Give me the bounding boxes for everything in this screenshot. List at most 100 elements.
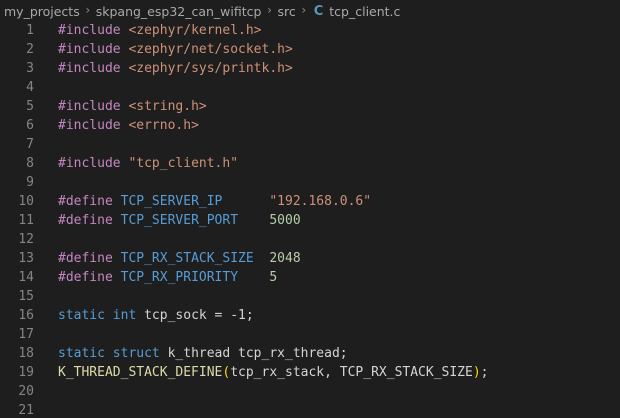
code-line[interactable]: 12 bbox=[0, 230, 620, 249]
line-number: 3 bbox=[26, 61, 34, 76]
code-line[interactable]: 8 #include "tcp_client.h" bbox=[0, 154, 620, 173]
code-text: static int tcp_sock = -1; bbox=[58, 306, 254, 325]
code-line[interactable]: 15 bbox=[0, 287, 620, 306]
code-line[interactable]: 9 bbox=[0, 173, 620, 192]
code-line[interactable]: 2 #include <zephyr/net/socket.h> bbox=[0, 40, 620, 59]
line-number: 1 bbox=[26, 23, 34, 38]
line-number: 20 bbox=[18, 384, 34, 399]
code-editor[interactable]: 1 #include <zephyr/kernel.h> 2 #include <ze… bbox=[0, 20, 620, 418]
line-number: 19 bbox=[18, 365, 34, 380]
code-token-plain: tcp_rx_stack, TCP_RX_STACK_SIZE bbox=[230, 365, 473, 380]
code-line[interactable]: 14 #define TCP_RX_PRIORITY 5 bbox=[0, 268, 620, 287]
code-token-keyword: struct bbox=[112, 346, 168, 361]
line-number: 13 bbox=[18, 251, 34, 266]
code-token-directive: #include bbox=[58, 118, 129, 133]
code-token-macro: TCP_RX_STACK_SIZE bbox=[120, 251, 254, 266]
code-line[interactable]: 19 K_THREAD_STACK_DEFINE(tcp_rx_stack, TC… bbox=[0, 363, 620, 382]
line-number: 11 bbox=[18, 213, 34, 228]
code-token-directive: #include bbox=[58, 61, 129, 76]
line-number: 15 bbox=[18, 289, 34, 304]
breadcrumb-item-file[interactable]: tcp_client.c bbox=[329, 4, 400, 19]
code-text: #include <zephyr/net/socket.h> bbox=[58, 40, 293, 59]
code-token-directive: #define bbox=[58, 251, 121, 266]
code-token-directive: #include bbox=[58, 156, 129, 171]
line-number: 16 bbox=[18, 308, 34, 323]
code-text: #define TCP_SERVER_IP "192.168.0.6" bbox=[58, 192, 371, 211]
code-text: #define TCP_SERVER_PORT 5000 bbox=[58, 211, 301, 230]
code-token-directive: #include bbox=[58, 23, 129, 38]
code-line[interactable]: 7 bbox=[0, 135, 620, 154]
line-number: 5 bbox=[26, 99, 34, 114]
code-line[interactable]: 21 bbox=[0, 401, 620, 418]
code-token-keyword: static bbox=[58, 346, 113, 361]
code-token-header: <string.h> bbox=[128, 99, 207, 114]
chevron-right-icon: › bbox=[301, 3, 307, 17]
code-text: K_THREAD_STACK_DEFINE(tcp_rx_stack, TCP_… bbox=[58, 363, 489, 382]
code-text: #include <errno.h> bbox=[58, 116, 199, 135]
code-line[interactable]: 13 #define TCP_RX_STACK_SIZE 2048 bbox=[0, 249, 620, 268]
c-file-icon: C bbox=[313, 3, 324, 19]
line-number: 7 bbox=[26, 137, 34, 152]
code-line[interactable]: 17 bbox=[0, 325, 620, 344]
breadcrumb-item-project[interactable]: skpang_esp32_can_wifitcp bbox=[96, 4, 262, 19]
code-line[interactable]: 20 bbox=[0, 382, 620, 401]
code-text: #include <string.h> bbox=[58, 97, 207, 116]
code-token-number: 5 bbox=[269, 270, 278, 285]
code-text: static struct k_thread tcp_rx_thread; bbox=[58, 344, 348, 363]
code-token-directive: #include bbox=[58, 42, 129, 57]
code-token-keyword: int bbox=[112, 308, 145, 323]
code-text: #define TCP_RX_PRIORITY 5 bbox=[58, 268, 277, 287]
line-number: 12 bbox=[18, 232, 34, 247]
breadcrumb: my_projects › skpang_esp32_can_wifitcp ›… bbox=[0, 0, 620, 22]
code-token-header: <zephyr/kernel.h> bbox=[128, 23, 262, 38]
code-token-bracket: ) bbox=[472, 365, 481, 380]
code-token-directive: #define bbox=[58, 270, 121, 285]
code-token-func: K_THREAD_STACK_DEFINE bbox=[58, 365, 223, 380]
code-line[interactable]: 1 #include <zephyr/kernel.h> bbox=[0, 21, 620, 40]
line-number: 8 bbox=[26, 156, 34, 171]
line-number: 18 bbox=[18, 346, 34, 361]
code-line[interactable]: 10 #define TCP_SERVER_IP "192.168.0.6" bbox=[0, 192, 620, 211]
code-token-number: 2048 bbox=[269, 251, 301, 266]
code-token-header: <zephyr/sys/printk.h> bbox=[128, 61, 293, 76]
breadcrumb-item-my-projects[interactable]: my_projects bbox=[4, 4, 80, 19]
line-number: 17 bbox=[18, 327, 34, 342]
code-token-directive: #define bbox=[58, 194, 121, 209]
code-token-macro: TCP_SERVER_PORT bbox=[120, 213, 239, 228]
chevron-right-icon: › bbox=[267, 3, 272, 17]
chevron-right-icon: › bbox=[85, 3, 91, 17]
line-number: 4 bbox=[26, 80, 34, 95]
line-number: 2 bbox=[26, 42, 34, 57]
breadcrumb-item-src[interactable]: src bbox=[277, 4, 295, 19]
code-line[interactable]: 5 #include <string.h> bbox=[0, 97, 620, 116]
code-token-macro: TCP_RX_PRIORITY bbox=[120, 270, 239, 285]
code-token-macro: TCP_SERVER_IP bbox=[120, 194, 223, 209]
code-line[interactable]: 18 static struct k_thread tcp_rx_thread; bbox=[0, 344, 620, 363]
code-token-header: <zephyr/net/socket.h> bbox=[128, 42, 293, 57]
code-token-header: <errno.h> bbox=[128, 118, 199, 133]
code-text: #include <zephyr/sys/printk.h> bbox=[58, 59, 293, 78]
code-text: #define TCP_RX_STACK_SIZE 2048 bbox=[58, 249, 301, 268]
code-token-plain: ; bbox=[480, 365, 489, 380]
code-token-directive: #define bbox=[58, 213, 121, 228]
code-line[interactable]: 4 bbox=[0, 78, 620, 97]
code-token-directive: #include bbox=[58, 99, 129, 114]
code-line[interactable]: 11 #define TCP_SERVER_PORT 5000 bbox=[0, 211, 620, 230]
code-line[interactable]: 6 #include <errno.h> bbox=[0, 116, 620, 135]
code-text: #include <zephyr/kernel.h> bbox=[58, 21, 262, 40]
code-text: #include "tcp_client.h" bbox=[58, 154, 238, 173]
code-token-string: "192.168.0.6" bbox=[269, 194, 372, 209]
line-number: 10 bbox=[18, 194, 34, 209]
code-token-header: "tcp_client.h" bbox=[128, 156, 239, 171]
line-number: 9 bbox=[26, 175, 34, 190]
line-number: 21 bbox=[18, 403, 34, 418]
code-line[interactable]: 3 #include <zephyr/sys/printk.h> bbox=[0, 59, 620, 78]
code-token-plain: k_thread tcp_rx_thread; bbox=[167, 346, 348, 361]
line-number: 6 bbox=[26, 118, 34, 133]
code-token-number: 5000 bbox=[269, 213, 301, 228]
code-line[interactable]: 16 static int tcp_sock = -1; bbox=[0, 306, 620, 325]
